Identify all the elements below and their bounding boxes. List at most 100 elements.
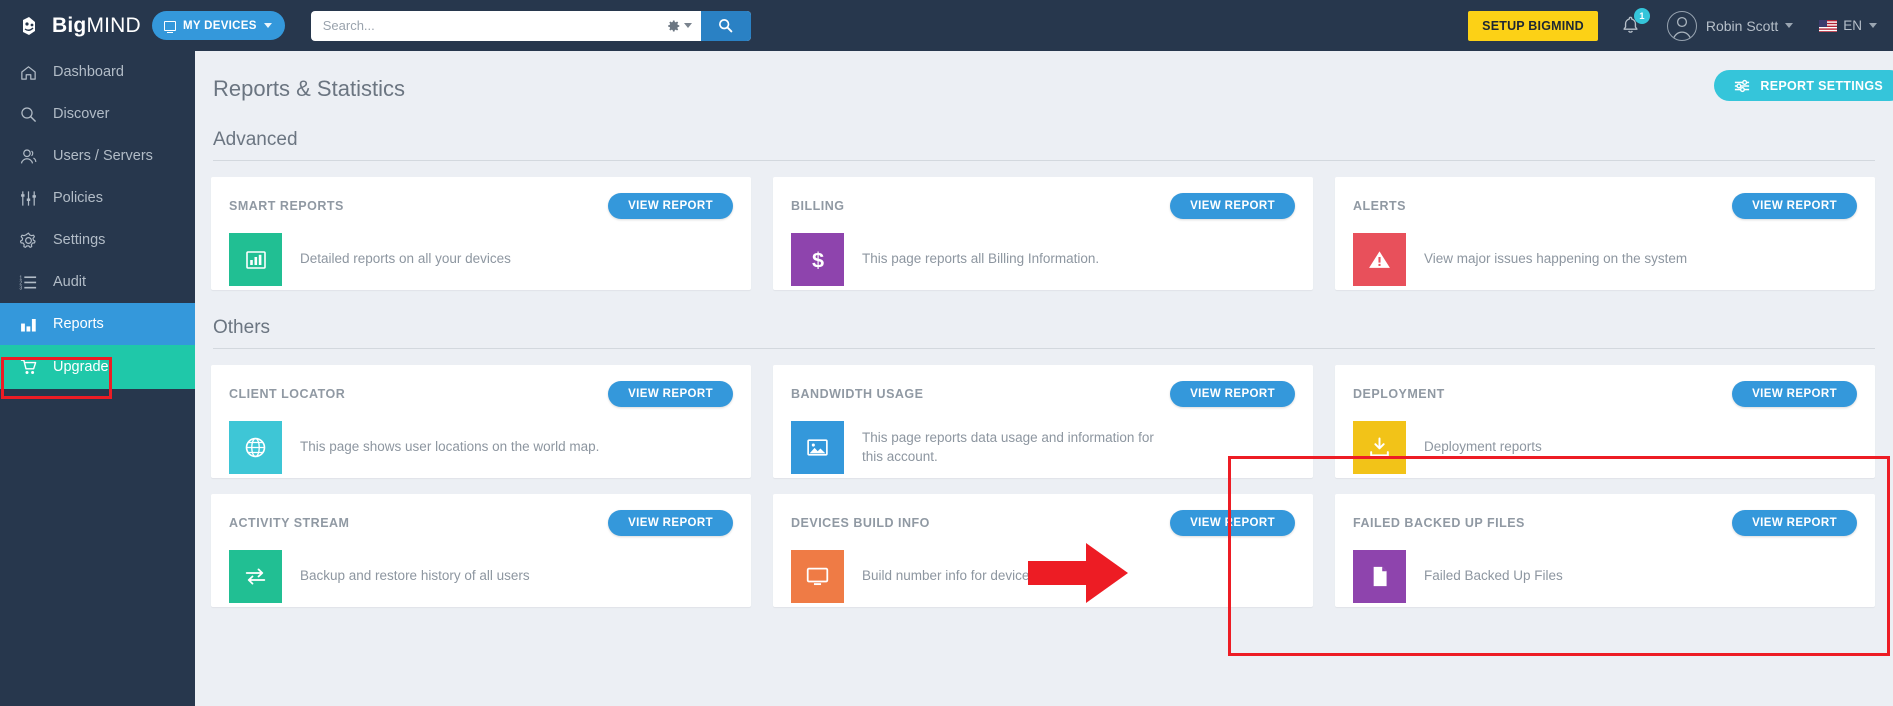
report-card-activity-stream[interactable]: ACTIVITY STREAM VIEW REPORT Backup and r…	[211, 494, 751, 607]
card-header: BILLING VIEW REPORT	[791, 193, 1295, 219]
dollar-icon: $	[791, 233, 844, 286]
report-card-failed-backed-up-files[interactable]: FAILED BACKED UP FILES VIEW REPORT Faile…	[1335, 494, 1875, 607]
search-options-dropdown[interactable]	[667, 19, 701, 33]
card-header: DEPLOYMENT VIEW REPORT	[1353, 381, 1857, 407]
view-report-button[interactable]: VIEW REPORT	[1732, 510, 1857, 536]
card-body: This page shows user locations on the wo…	[229, 421, 733, 474]
sidebar-item-discover[interactable]: Discover	[0, 93, 195, 135]
card-title: BANDWIDTH USAGE	[791, 387, 924, 401]
bigmind-logo-icon	[22, 16, 48, 36]
card-header: FAILED BACKED UP FILES VIEW REPORT	[1353, 510, 1857, 536]
view-report-button[interactable]: VIEW REPORT	[608, 193, 733, 219]
my-devices-dropdown[interactable]: MY DEVICES	[152, 11, 285, 40]
report-card-deployment[interactable]: DEPLOYMENT VIEW REPORT Deployment report…	[1335, 365, 1875, 478]
gear-icon	[19, 231, 43, 250]
cart-icon	[19, 357, 43, 377]
section-divider	[213, 348, 1875, 349]
advanced-card-row: SMART REPORTS VIEW REPORT Detailed repor…	[211, 177, 1875, 290]
card-description: This page reports data usage and informa…	[862, 430, 1154, 464]
sidebar-item-label: Dashboard	[53, 64, 124, 80]
logo-text-mind: MIND	[86, 13, 141, 37]
report-settings-button[interactable]: REPORT SETTINGS	[1714, 70, 1893, 101]
download-icon	[1353, 421, 1406, 474]
card-header: ACTIVITY STREAM VIEW REPORT	[229, 510, 733, 536]
sidebar-item-audit[interactable]: 1 2 3 Audit	[0, 261, 195, 303]
card-body: $ This page reports all Billing Informat…	[791, 233, 1295, 286]
card-title: BILLING	[791, 199, 845, 213]
view-report-button[interactable]: VIEW REPORT	[608, 381, 733, 407]
card-title: FAILED BACKED UP FILES	[1353, 516, 1525, 530]
notification-count-badge: 1	[1633, 8, 1650, 24]
card-header: SMART REPORTS VIEW REPORT	[229, 193, 733, 219]
view-report-button[interactable]: VIEW REPORT	[1732, 381, 1857, 407]
card-header: ALERTS VIEW REPORT	[1353, 193, 1857, 219]
sidebar-item-reports[interactable]: Reports	[0, 303, 206, 345]
card-body: Deployment reports	[1353, 421, 1857, 474]
home-icon	[19, 63, 43, 82]
report-card-billing[interactable]: BILLING VIEW REPORT $ This page reports …	[773, 177, 1313, 290]
view-report-button[interactable]: VIEW REPORT	[1170, 510, 1295, 536]
sidebar-item-label: Audit	[53, 274, 87, 290]
card-body: This page reports data usage and informa…	[791, 421, 1295, 474]
view-report-button[interactable]: VIEW REPORT	[1170, 381, 1295, 407]
bar-chart-icon	[229, 233, 282, 286]
gear-icon	[667, 19, 681, 33]
sidebar-item-users-servers[interactable]: Users / Servers	[0, 135, 195, 177]
view-report-button[interactable]: VIEW REPORT	[608, 510, 733, 536]
chevron-down-icon	[263, 23, 272, 28]
report-card-smart-reports[interactable]: SMART REPORTS VIEW REPORT Detailed repor…	[211, 177, 751, 290]
us-flag-icon	[1819, 19, 1838, 32]
search-icon	[19, 105, 43, 124]
sliders-icon	[19, 189, 43, 208]
language-selector[interactable]: EN	[1819, 18, 1877, 33]
view-report-button[interactable]: VIEW REPORT	[1170, 193, 1295, 219]
exchange-icon	[229, 550, 282, 603]
card-header: DEVICES BUILD INFO VIEW REPORT	[791, 510, 1295, 536]
chevron-down-icon[interactable]	[1785, 23, 1794, 28]
chevron-down-icon	[683, 23, 692, 28]
globe-icon	[229, 421, 282, 474]
report-card-client-locator[interactable]: CLIENT LOCATOR VIEW REPORT This page sho…	[211, 365, 751, 478]
card-title: ALERTS	[1353, 199, 1406, 213]
search-submit-button[interactable]	[700, 10, 751, 41]
sidebar-item-dashboard[interactable]: Dashboard	[0, 51, 195, 93]
svg-text:3: 3	[19, 285, 22, 291]
top-header-bar: BigMIND MY DEVICES Search... SETUP BIGMI…	[0, 0, 1893, 51]
notifications-button[interactable]: 1	[1620, 8, 1650, 36]
card-header: BANDWIDTH USAGE VIEW REPORT	[791, 381, 1295, 407]
search-icon	[718, 18, 733, 33]
card-description: Build number info for devices	[862, 568, 1037, 584]
card-body: Detailed reports on all your devices	[229, 233, 733, 286]
card-title: DEVICES BUILD INFO	[791, 516, 930, 530]
card-description: Deployment reports	[1424, 439, 1542, 455]
view-report-button[interactable]: VIEW REPORT	[1732, 193, 1857, 219]
sidebar-item-policies[interactable]: Policies	[0, 177, 195, 219]
list-ol-icon: 1 2 3	[19, 273, 43, 292]
card-description: This page shows user locations on the wo…	[300, 439, 600, 455]
search-input[interactable]	[310, 10, 667, 41]
report-settings-label: REPORT SETTINGS	[1760, 78, 1883, 93]
desktop-icon	[791, 550, 844, 603]
sidebar-item-label: Policies	[53, 190, 103, 206]
card-title: SMART REPORTS	[229, 199, 344, 213]
report-card-alerts[interactable]: ALERTS VIEW REPORT View major issues hap…	[1335, 177, 1875, 290]
sidebar-item-label: Users / Servers	[53, 148, 153, 164]
image-icon	[791, 421, 844, 474]
card-description: Backup and restore history of all users	[300, 568, 530, 584]
card-body: Failed Backed Up Files	[1353, 550, 1857, 603]
setup-bigmind-button[interactable]: SETUP BIGMIND	[1468, 10, 1598, 41]
sidebar-item-settings[interactable]: Settings	[0, 219, 195, 261]
sidebar-item-label: Upgrade	[53, 359, 109, 375]
sidebar-item-upgrade[interactable]: Upgrade	[0, 345, 195, 389]
section-title-advanced: Advanced	[213, 129, 298, 150]
card-description: View major issues happening on the syste…	[1424, 251, 1688, 267]
report-card-bandwidth-usage[interactable]: BANDWIDTH USAGE VIEW REPORT This page re…	[773, 365, 1313, 478]
sidebar-item-label: Settings	[53, 232, 106, 248]
monitor-icon	[164, 20, 176, 34]
users-icon	[19, 147, 43, 166]
avatar[interactable]	[1666, 10, 1697, 41]
main-content-area: Reports & Statistics REPORT SETTINGS Adv…	[195, 51, 1893, 706]
logo-text-big: Big	[52, 13, 87, 37]
user-name-label: Robin Scott	[1705, 17, 1779, 34]
sliders-icon	[1734, 79, 1750, 93]
